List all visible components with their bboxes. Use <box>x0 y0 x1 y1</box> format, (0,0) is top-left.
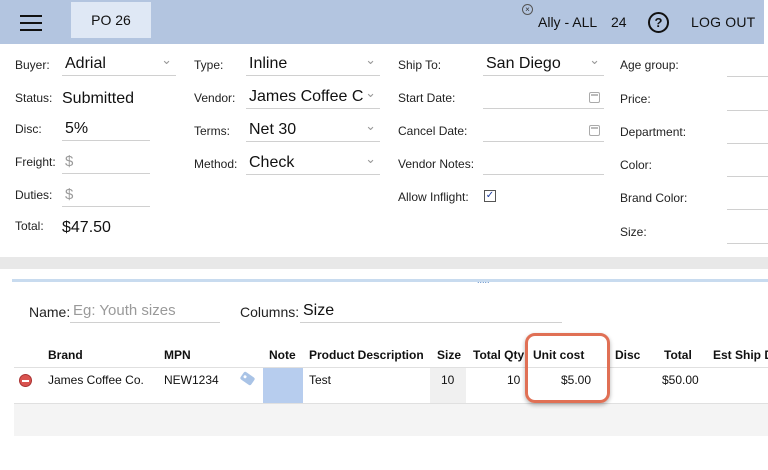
help-icon[interactable]: ? <box>648 12 669 33</box>
duties-placeholder: $ <box>65 186 74 203</box>
header-edge <box>764 0 768 44</box>
total-value: $47.50 <box>62 219 111 236</box>
vendor-value: James Coffee C <box>249 88 364 105</box>
col-mpn[interactable]: MPN <box>164 348 191 362</box>
clear-user-icon[interactable]: × <box>522 4 533 15</box>
ship-to-value: San Diego <box>486 55 561 72</box>
name-placeholder: Eg: Youth sizes <box>73 302 176 319</box>
status-label: Status: <box>15 91 53 105</box>
disc-value: 5% <box>65 120 89 137</box>
col-est-ship-date[interactable]: Est Ship D <box>713 348 768 362</box>
cell-total: $50.00 <box>662 373 699 387</box>
price-input[interactable] <box>727 110 768 111</box>
terms-select[interactable]: Net 30 <box>246 120 380 142</box>
name-label: Name: <box>29 304 71 320</box>
col-total-qty[interactable]: Total Qty <box>473 348 524 362</box>
cancel-date-input[interactable] <box>483 120 604 142</box>
cell-product-description[interactable]: Test <box>309 373 331 387</box>
freight-input[interactable]: $ <box>62 152 150 174</box>
cell-brand: James Coffee Co. <box>48 373 144 387</box>
cancel-date-label: Cancel Date: <box>398 124 468 138</box>
splitter-grip-icon[interactable]: ..... <box>477 275 490 285</box>
logout-button[interactable]: LOG OUT <box>691 14 755 30</box>
start-date-input[interactable] <box>483 87 604 109</box>
unit-cost-highlight <box>525 333 610 403</box>
start-date-label: Start Date: <box>398 91 456 105</box>
age-group-label: Age group: <box>620 58 679 72</box>
col-brand[interactable]: Brand <box>48 348 83 362</box>
disc-input[interactable]: 5% <box>62 119 150 141</box>
remove-row-icon[interactable] <box>19 374 32 387</box>
tag-icon[interactable] <box>239 371 256 386</box>
size-input[interactable] <box>727 243 768 244</box>
note-cell[interactable] <box>263 368 303 403</box>
ship-to-select[interactable]: San Diego <box>483 54 604 76</box>
color-input[interactable] <box>727 176 768 177</box>
freight-label: Freight: <box>15 155 56 169</box>
po-tab[interactable]: PO 26 <box>71 2 151 38</box>
size-label: Size: <box>620 225 647 239</box>
cell-mpn: NEW1234 <box>164 373 219 387</box>
allow-inflight-label: Allow Inflight: <box>398 190 469 204</box>
age-group-input[interactable] <box>727 76 768 77</box>
calendar-icon[interactable] <box>589 125 600 136</box>
hamburger-menu-icon[interactable] <box>20 15 42 31</box>
buyer-label: Buyer: <box>15 58 50 72</box>
buyer-select[interactable]: Adrial <box>62 54 176 76</box>
department-input[interactable] <box>727 143 768 144</box>
department-label: Department: <box>620 125 687 139</box>
total-label: Total: <box>15 219 44 233</box>
vendor-notes-label: Vendor Notes: <box>398 157 475 171</box>
ship-to-label: Ship To: <box>398 58 442 72</box>
col-total[interactable]: Total <box>664 348 692 362</box>
cell-total-qty: 10 <box>507 373 521 387</box>
disc-label: Disc: <box>15 122 42 136</box>
vendor-notes-input[interactable] <box>483 153 604 175</box>
col-size[interactable]: Size <box>437 348 461 362</box>
name-input[interactable]: Eg: Youth sizes <box>70 301 220 323</box>
method-value: Check <box>249 154 295 171</box>
status-value: Submitted <box>62 90 135 107</box>
allow-inflight-checkbox[interactable]: ✓ <box>484 190 496 202</box>
price-label: Price: <box>620 92 651 106</box>
terms-label: Terms: <box>194 124 230 138</box>
columns-value: Size <box>303 302 335 319</box>
terms-value: Net 30 <box>249 121 297 138</box>
brand-color-label: Brand Color: <box>620 191 688 205</box>
method-label: Method: <box>194 157 238 171</box>
panel-divider <box>0 257 768 269</box>
user-selector[interactable]: Ally - ALL <box>538 14 597 30</box>
duties-label: Duties: <box>15 188 53 202</box>
col-product-description[interactable]: Product Description <box>309 348 424 362</box>
columns-label: Columns: <box>240 304 300 320</box>
type-select[interactable]: Inline <box>246 54 380 76</box>
brand-color-input[interactable] <box>727 209 768 210</box>
vendor-select[interactable]: James Coffee C <box>246 87 380 109</box>
freight-placeholder: $ <box>65 153 74 170</box>
duties-input[interactable]: $ <box>62 185 150 207</box>
col-note[interactable]: Note <box>269 348 296 362</box>
calendar-icon[interactable] <box>589 92 600 103</box>
splitter-bar[interactable] <box>12 279 768 282</box>
vendor-label: Vendor: <box>194 91 236 105</box>
top-bar: PO 26 × Ally - ALL 24 ? LOG OUT <box>0 0 768 44</box>
cell-size[interactable]: 10 <box>441 373 454 387</box>
empty-row[interactable] <box>14 404 768 436</box>
method-select[interactable]: Check <box>246 153 380 175</box>
columns-input[interactable]: Size <box>300 301 562 323</box>
col-disc[interactable]: Disc <box>615 348 640 362</box>
color-label: Color: <box>620 158 653 172</box>
buyer-value: Adrial <box>65 55 106 72</box>
header-divider <box>14 367 768 368</box>
type-value: Inline <box>249 55 288 72</box>
type-label: Type: <box>194 58 224 72</box>
notification-count[interactable]: 24 <box>611 14 627 30</box>
